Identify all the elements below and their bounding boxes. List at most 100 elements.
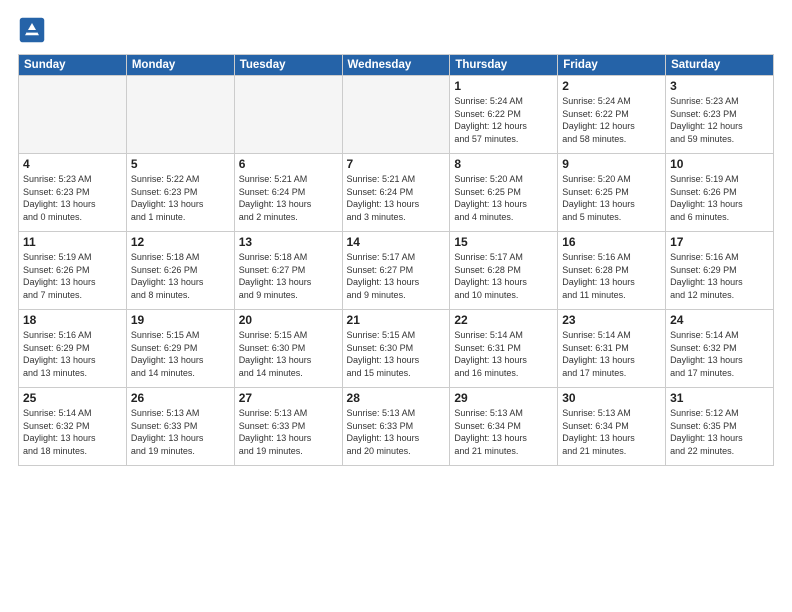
th-thursday: Thursday: [450, 55, 558, 76]
week-row-0: 1 Sunrise: 5:24 AM Sunset: 6:22 PM Daylig…: [19, 76, 774, 154]
day-number: 19: [131, 313, 230, 327]
day-info: Sunrise: 5:23 AM Sunset: 6:23 PM Dayligh…: [23, 173, 122, 223]
day-info: Sunrise: 5:14 AM Sunset: 6:32 PM Dayligh…: [670, 329, 769, 379]
day-number: 28: [347, 391, 446, 405]
day-number: 17: [670, 235, 769, 249]
day-number: 25: [23, 391, 122, 405]
day-cell: 13Sunrise: 5:18 AM Sunset: 6:27 PM Dayli…: [234, 232, 342, 310]
day-cell: 15 Sunrise: 5:17 AM Sunset: 6:28 PM Dayli…: [450, 232, 558, 310]
day-info: Sunrise: 5:21 AM Sunset: 6:24 PM Dayligh…: [347, 173, 446, 223]
day-info: Sunrise: 5:17 AM Sunset: 6:28 PM Dayligh…: [454, 251, 553, 301]
day-info: Sunrise: 5:22 AM Sunset: 6:23 PM Dayligh…: [131, 173, 230, 223]
day-cell: 14 Sunrise: 5:17 AM Sunset: 6:27 PM Dayli…: [342, 232, 450, 310]
day-cell: 17 Sunrise: 5:16 AM Sunset: 6:29 PM Dayli…: [666, 232, 774, 310]
day-cell: 24 Sunrise: 5:14 AM Sunset: 6:32 PM Dayli…: [666, 310, 774, 388]
day-cell: 12 Sunrise: 5:18 AM Sunset: 6:26 PM Dayli…: [126, 232, 234, 310]
week-row-4: 25 Sunrise: 5:14 AM Sunset: 6:32 PM Dayli…: [19, 388, 774, 466]
day-cell: 29Sunrise: 5:13 AM Sunset: 6:34 PM Dayli…: [450, 388, 558, 466]
calendar: Sunday Monday Tuesday Wednesday Thursday…: [18, 54, 774, 466]
day-info: Sunrise: 5:16 AM Sunset: 6:29 PM Dayligh…: [23, 329, 122, 379]
day-number: 16: [562, 235, 661, 249]
day-number: 23: [562, 313, 661, 327]
day-info: Sunrise: 5:20 AM Sunset: 6:25 PM Dayligh…: [454, 173, 553, 223]
day-number: 9: [562, 157, 661, 171]
day-number: 30: [562, 391, 661, 405]
day-cell: [342, 76, 450, 154]
day-cell: 21Sunrise: 5:15 AM Sunset: 6:30 PM Dayli…: [342, 310, 450, 388]
day-info: Sunrise: 5:15 AM Sunset: 6:30 PM Dayligh…: [347, 329, 446, 379]
day-number: 18: [23, 313, 122, 327]
day-cell: 18 Sunrise: 5:16 AM Sunset: 6:29 PM Dayli…: [19, 310, 127, 388]
day-cell: 7 Sunrise: 5:21 AM Sunset: 6:24 PM Daylig…: [342, 154, 450, 232]
day-cell: 4 Sunrise: 5:23 AM Sunset: 6:23 PM Daylig…: [19, 154, 127, 232]
week-row-2: 11 Sunrise: 5:19 AM Sunset: 6:26 PM Dayli…: [19, 232, 774, 310]
th-sunday: Sunday: [19, 55, 127, 76]
day-info: Sunrise: 5:16 AM Sunset: 6:28 PM Dayligh…: [562, 251, 661, 301]
day-number: 10: [670, 157, 769, 171]
day-cell: 30 Sunrise: 5:13 AM Sunset: 6:34 PM Dayli…: [558, 388, 666, 466]
day-info: Sunrise: 5:15 AM Sunset: 6:29 PM Dayligh…: [131, 329, 230, 379]
day-number: 1: [454, 79, 553, 93]
day-cell: 25 Sunrise: 5:14 AM Sunset: 6:32 PM Dayli…: [19, 388, 127, 466]
day-number: 8: [454, 157, 553, 171]
day-number: 4: [23, 157, 122, 171]
day-cell: 3 Sunrise: 5:23 AM Sunset: 6:23 PM Daylig…: [666, 76, 774, 154]
day-number: 29: [454, 391, 553, 405]
day-info: Sunrise: 5:13 AM Sunset: 6:33 PM Dayligh…: [239, 407, 338, 457]
day-number: 7: [347, 157, 446, 171]
th-wednesday: Wednesday: [342, 55, 450, 76]
day-cell: 16 Sunrise: 5:16 AM Sunset: 6:28 PM Dayli…: [558, 232, 666, 310]
logo: [18, 16, 50, 44]
day-cell: 27Sunrise: 5:13 AM Sunset: 6:33 PM Dayli…: [234, 388, 342, 466]
day-info: Sunrise: 5:15 AM Sunset: 6:30 PM Dayligh…: [239, 329, 338, 379]
day-cell: [234, 76, 342, 154]
day-info: Sunrise: 5:18 AM Sunset: 6:27 PM Dayligh…: [239, 251, 338, 301]
th-monday: Monday: [126, 55, 234, 76]
day-info: Sunrise: 5:20 AM Sunset: 6:25 PM Dayligh…: [562, 173, 661, 223]
day-cell: 26Sunrise: 5:13 AM Sunset: 6:33 PM Dayli…: [126, 388, 234, 466]
day-cell: [126, 76, 234, 154]
day-number: 11: [23, 235, 122, 249]
day-info: Sunrise: 5:23 AM Sunset: 6:23 PM Dayligh…: [670, 95, 769, 145]
day-cell: 6 Sunrise: 5:21 AM Sunset: 6:24 PM Daylig…: [234, 154, 342, 232]
day-info: Sunrise: 5:16 AM Sunset: 6:29 PM Dayligh…: [670, 251, 769, 301]
day-number: 3: [670, 79, 769, 93]
day-cell: [19, 76, 127, 154]
day-cell: 1 Sunrise: 5:24 AM Sunset: 6:22 PM Daylig…: [450, 76, 558, 154]
day-info: Sunrise: 5:19 AM Sunset: 6:26 PM Dayligh…: [23, 251, 122, 301]
day-info: Sunrise: 5:17 AM Sunset: 6:27 PM Dayligh…: [347, 251, 446, 301]
day-number: 15: [454, 235, 553, 249]
day-info: Sunrise: 5:13 AM Sunset: 6:34 PM Dayligh…: [562, 407, 661, 457]
day-number: 22: [454, 313, 553, 327]
day-info: Sunrise: 5:14 AM Sunset: 6:31 PM Dayligh…: [562, 329, 661, 379]
page: Sunday Monday Tuesday Wednesday Thursday…: [0, 0, 792, 612]
day-info: Sunrise: 5:14 AM Sunset: 6:31 PM Dayligh…: [454, 329, 553, 379]
day-cell: 22 Sunrise: 5:14 AM Sunset: 6:31 PM Dayli…: [450, 310, 558, 388]
day-number: 14: [347, 235, 446, 249]
day-number: 12: [131, 235, 230, 249]
day-cell: 5Sunrise: 5:22 AM Sunset: 6:23 PM Daylig…: [126, 154, 234, 232]
day-info: Sunrise: 5:24 AM Sunset: 6:22 PM Dayligh…: [454, 95, 553, 145]
day-number: 20: [239, 313, 338, 327]
logo-icon: [18, 16, 46, 44]
day-info: Sunrise: 5:14 AM Sunset: 6:32 PM Dayligh…: [23, 407, 122, 457]
day-cell: 11 Sunrise: 5:19 AM Sunset: 6:26 PM Dayli…: [19, 232, 127, 310]
day-cell: 10Sunrise: 5:19 AM Sunset: 6:26 PM Dayli…: [666, 154, 774, 232]
day-number: 6: [239, 157, 338, 171]
day-info: Sunrise: 5:12 AM Sunset: 6:35 PM Dayligh…: [670, 407, 769, 457]
day-number: 31: [670, 391, 769, 405]
day-cell: 31 Sunrise: 5:12 AM Sunset: 6:35 PM Dayli…: [666, 388, 774, 466]
day-info: Sunrise: 5:21 AM Sunset: 6:24 PM Dayligh…: [239, 173, 338, 223]
header: [18, 16, 774, 44]
day-number: 2: [562, 79, 661, 93]
day-cell: 23 Sunrise: 5:14 AM Sunset: 6:31 PM Dayli…: [558, 310, 666, 388]
day-info: Sunrise: 5:24 AM Sunset: 6:22 PM Dayligh…: [562, 95, 661, 145]
week-row-3: 18 Sunrise: 5:16 AM Sunset: 6:29 PM Dayli…: [19, 310, 774, 388]
day-number: 24: [670, 313, 769, 327]
day-cell: 2 Sunrise: 5:24 AM Sunset: 6:22 PM Daylig…: [558, 76, 666, 154]
week-row-1: 4 Sunrise: 5:23 AM Sunset: 6:23 PM Daylig…: [19, 154, 774, 232]
day-info: Sunrise: 5:13 AM Sunset: 6:33 PM Dayligh…: [347, 407, 446, 457]
day-info: Sunrise: 5:18 AM Sunset: 6:26 PM Dayligh…: [131, 251, 230, 301]
day-number: 26: [131, 391, 230, 405]
day-cell: 8 Sunrise: 5:20 AM Sunset: 6:25 PM Daylig…: [450, 154, 558, 232]
